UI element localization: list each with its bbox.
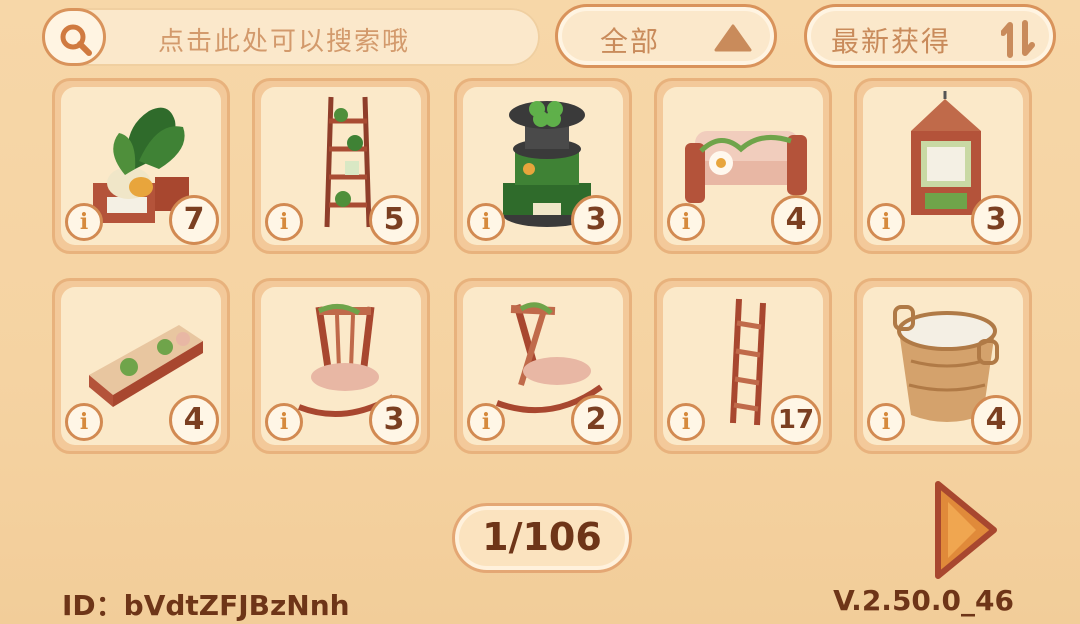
item-card[interactable]: i 5 xyxy=(252,78,430,254)
info-icon[interactable]: i xyxy=(265,203,303,241)
info-icon[interactable]: i xyxy=(867,203,905,241)
search-bar[interactable]: 点击此处可以搜索哦 xyxy=(42,8,540,66)
item-card[interactable]: i 2 xyxy=(454,278,632,454)
info-icon[interactable]: i xyxy=(265,403,303,441)
item-card[interactable]: i 4 xyxy=(52,278,230,454)
item-count-badge: 2 xyxy=(571,395,621,445)
item-count-badge: 3 xyxy=(571,195,621,245)
item-count-badge: 4 xyxy=(771,195,821,245)
item-card[interactable]: i 3 xyxy=(252,278,430,454)
filter-label: 全部 xyxy=(600,25,661,58)
search-input[interactable]: 点击此处可以搜索哦 xyxy=(158,21,410,58)
info-icon[interactable]: i xyxy=(667,403,705,441)
item-count-badge: 4 xyxy=(169,395,219,445)
version-label: V.2.50.0_46 xyxy=(833,584,1014,617)
info-icon[interactable]: i xyxy=(867,403,905,441)
triangle-up-icon xyxy=(714,24,752,52)
info-icon[interactable]: i xyxy=(65,403,103,441)
page-indicator: 1/106 xyxy=(452,503,632,573)
sort-label: 最新获得 xyxy=(831,25,952,58)
info-icon[interactable]: i xyxy=(467,403,505,441)
item-card[interactable]: i 3 xyxy=(454,78,632,254)
search-button[interactable] xyxy=(42,8,106,66)
play-arrow-icon xyxy=(935,481,997,579)
next-page-button[interactable] xyxy=(930,478,1002,582)
filter-dropdown[interactable]: 全部 xyxy=(555,4,777,68)
item-count-badge: 4 xyxy=(971,395,1021,445)
item-card[interactable]: i 17 xyxy=(654,278,832,454)
player-id: ID：bVdtZFJBzNnh xyxy=(62,589,350,622)
item-count-badge: 5 xyxy=(369,195,419,245)
info-icon[interactable]: i xyxy=(667,203,705,241)
item-card[interactable]: i 4 xyxy=(854,278,1032,454)
item-card[interactable]: i 7 xyxy=(52,78,230,254)
info-icon[interactable]: i xyxy=(65,203,103,241)
item-grid: i 7 i 5 i 3 i 4 i 3 i 4 i 3 i 2 i 17 i 4 xyxy=(52,78,1042,458)
info-icon[interactable]: i xyxy=(467,203,505,241)
top-bar: 点击此处可以搜索哦 全部 最新获得 xyxy=(0,0,1080,75)
item-count-badge: 3 xyxy=(971,195,1021,245)
item-count-badge: 3 xyxy=(369,395,419,445)
search-icon xyxy=(60,24,92,56)
sort-button[interactable]: 最新获得 xyxy=(804,4,1056,68)
item-card[interactable]: i 3 xyxy=(854,78,1032,254)
item-card[interactable]: i 4 xyxy=(654,78,832,254)
item-count-badge: 17 xyxy=(771,395,821,445)
sort-icon xyxy=(1001,20,1035,58)
item-count-badge: 7 xyxy=(169,195,219,245)
